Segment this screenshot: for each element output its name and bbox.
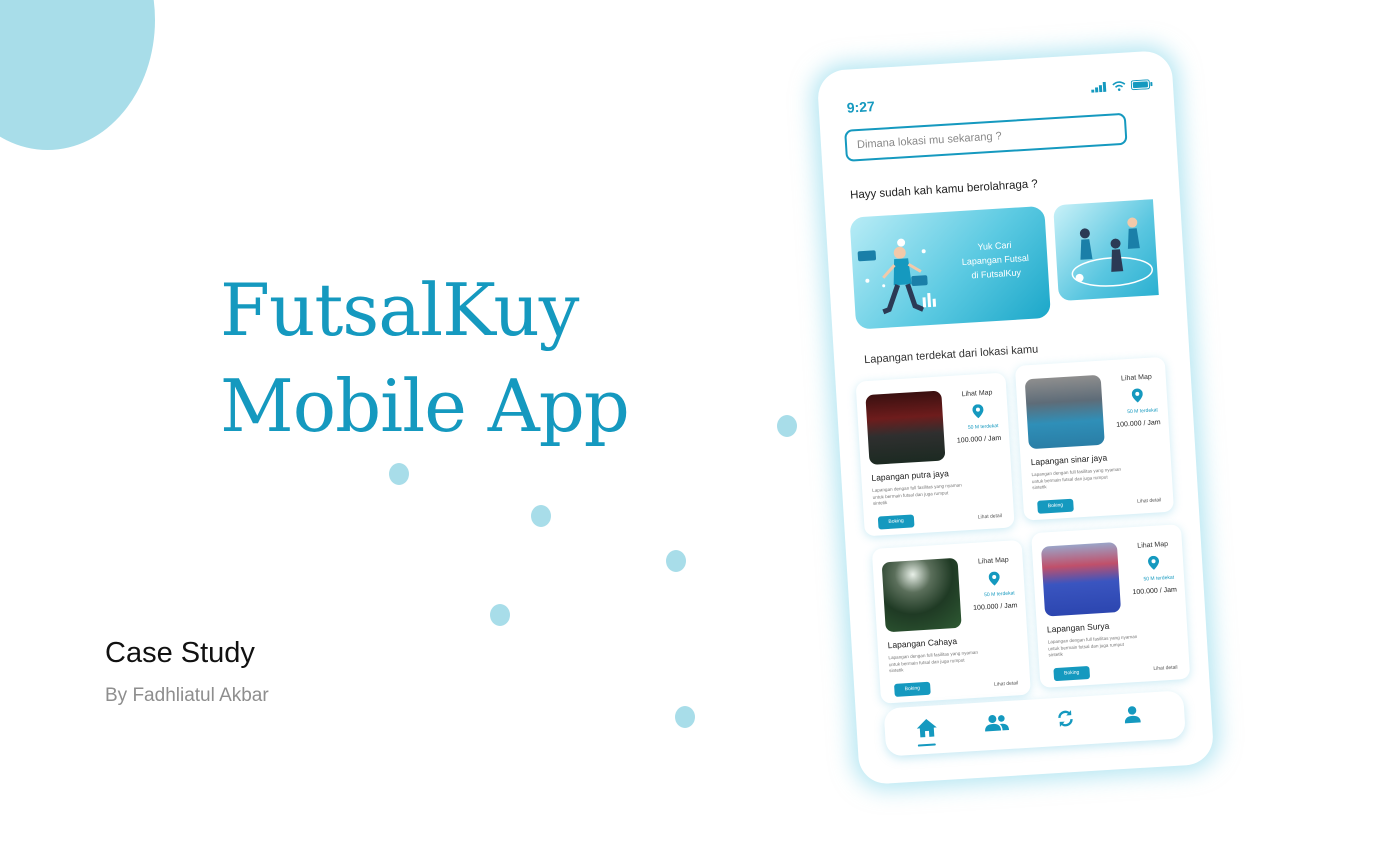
users-icon[interactable] (984, 713, 1010, 732)
battery-icon (1130, 79, 1153, 91)
court-card[interactable]: Lihat Map 50 M terdekat 100.000 / Jam La… (1031, 524, 1191, 688)
location-pin-icon (972, 404, 984, 419)
decor-dot (389, 463, 409, 485)
view-map-link[interactable]: Lihat Map (962, 389, 993, 398)
booking-button[interactable]: Boking (894, 681, 931, 697)
court-name: Lapangan sinar jaya (1030, 452, 1108, 468)
distance-text: 50 M terdekat (1143, 574, 1175, 583)
active-tab-indicator (917, 743, 936, 747)
court-card[interactable]: Lihat Map 50 M terdekat 100.000 / Jam La… (1014, 356, 1175, 521)
booking-button[interactable]: Boking (877, 514, 915, 530)
court-photo (881, 557, 962, 633)
court-description: Lapangan dengan full fasilitas yang nyam… (1031, 466, 1122, 491)
hero-title: FutsalKuy Mobile App (220, 262, 630, 454)
wifi-icon (1112, 81, 1126, 91)
greeting-text: Hayy sudah kah kamu berolahraga ? (849, 178, 1039, 202)
court-card[interactable]: Lihat Map 50 M terdekat 100.000 / Jam La… (871, 539, 1031, 704)
distance-text: 50 M terdekat (1127, 407, 1159, 416)
background-blob (0, 0, 155, 150)
banner-text: Yuk Cari Lapangan Futsal di FutsalKuy (954, 237, 1036, 284)
hero-byline: By Fadhliatul Akbar (105, 685, 269, 706)
booking-button[interactable]: Boking (1053, 665, 1091, 682)
court-description: Lapangan dengan full fasilitas yang nyam… (1047, 633, 1138, 658)
distance-text: 50 M terdekat (984, 590, 1015, 599)
court-photo (1040, 542, 1122, 617)
nearby-section-title: Lapangan terdekat dari lokasi kamu (863, 343, 1039, 367)
decor-dot (666, 550, 686, 572)
promo-banner-secondary[interactable] (1053, 199, 1159, 302)
location-pin-icon (1131, 388, 1143, 403)
user-icon[interactable] (1124, 705, 1141, 724)
price-text: 100.000 / Jam (1116, 419, 1161, 429)
decor-dot (490, 604, 510, 626)
decor-dot (531, 505, 551, 527)
location-pin-icon (988, 571, 1000, 586)
court-description: Lapangan dengan full fasilitas yang nyam… (888, 649, 979, 674)
runner-illustration-icon (857, 238, 937, 315)
location-pin-icon (1148, 555, 1160, 570)
view-map-link[interactable]: Lihat Map (1121, 374, 1152, 383)
distance-text: 50 M terdekat (967, 423, 999, 431)
court-name: Lapangan Surya (1046, 620, 1110, 635)
booking-button[interactable]: Boking (1037, 498, 1074, 514)
price-text: 100.000 / Jam (956, 434, 1002, 445)
hero-title-line1: FutsalKuy (220, 268, 579, 352)
decor-dot (675, 706, 695, 728)
court-photo (1024, 374, 1105, 450)
hero-subtitle: Case Study (105, 637, 255, 669)
players-illustration-icon (1071, 217, 1153, 287)
court-name: Lapangan putra jaya (871, 468, 950, 483)
home-icon[interactable] (915, 717, 938, 738)
view-detail-link[interactable]: Lihat detail (1137, 497, 1162, 504)
court-name: Lapangan Cahaya (887, 635, 958, 651)
court-description: Lapangan dengan full fasilitas yang nyam… (872, 482, 962, 506)
hero-title-line2: Mobile App (220, 364, 630, 448)
status-icons (1091, 79, 1153, 93)
location-search-input[interactable]: Dimana lokasi mu sekarang ? (844, 112, 1128, 162)
view-map-link[interactable]: Lihat Map (978, 557, 1009, 566)
view-detail-link[interactable]: Lihat detail (978, 513, 1003, 520)
court-card[interactable]: Lihat Map 50 M terdekat 100.000 / Jam La… (855, 372, 1015, 537)
view-detail-link[interactable]: Lihat detail (994, 680, 1019, 687)
price-text: 100.000 / Jam (1132, 586, 1178, 597)
decor-dot (777, 415, 797, 437)
signal-icon (1091, 81, 1107, 93)
view-detail-link[interactable]: Lihat detail (1153, 665, 1178, 672)
price-text: 100.000 / Jam (972, 602, 1018, 612)
refresh-icon[interactable] (1056, 709, 1075, 728)
promo-banner[interactable]: Yuk Cari Lapangan Futsal di FutsalKuy (849, 205, 1051, 330)
status-time: 9:27 (846, 98, 876, 116)
view-map-link[interactable]: Lihat Map (1137, 541, 1168, 550)
phone-mockup: 9:27 Dimana lokasi mu sekarang ? Hayy su… (816, 49, 1215, 786)
court-photo (865, 390, 946, 465)
